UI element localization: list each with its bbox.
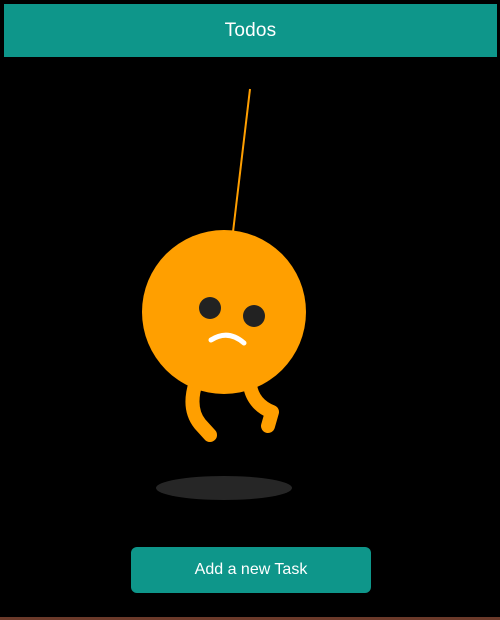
left-eye (199, 297, 221, 319)
hanging-string (232, 88, 251, 233)
right-eye (243, 305, 265, 327)
right-leg (243, 378, 279, 433)
empty-state-illustration (142, 88, 306, 500)
character-body (142, 230, 306, 394)
add-task-button[interactable]: Add a new Task (131, 547, 371, 593)
ground-shadow (156, 476, 292, 500)
